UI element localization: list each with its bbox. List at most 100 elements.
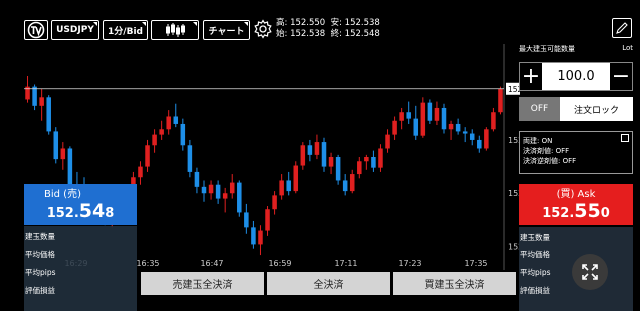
sell-avg-price-label: 平均価格 [25, 250, 55, 259]
candle-body [138, 166, 143, 178]
buy-avg-price-label: 平均価格 [520, 250, 550, 259]
candle-body [399, 112, 404, 121]
ohlc-readout: 高: 152.550 安: 152.538 始: 152.538 終: 152.5… [276, 18, 380, 40]
candle-body [378, 148, 383, 168]
candle-body [413, 118, 419, 136]
timeframe-label: 1分/Bid [108, 26, 143, 37]
ohlc-line-1: 高: 152.550 安: 152.538 [276, 18, 380, 28]
candle-body [32, 86, 37, 106]
x-tick-label: 17:35 [464, 259, 487, 268]
limit-setting: 決済剤値: OFF [523, 147, 570, 155]
candle-body [307, 145, 313, 155]
fullscreen-icon[interactable] [572, 254, 608, 290]
symbol-label: USDJPY [56, 25, 94, 35]
bid-sell-button[interactable]: Bid (売) 152.548 [24, 184, 137, 225]
ask-price: 152.550 [542, 200, 610, 222]
toolbar: USDJPY 1分/Bid チャート 高: 152.550 安: 152.538… [0, 0, 640, 44]
timeframe-selector[interactable]: 1分/Bid [103, 20, 148, 40]
candle-body [392, 120, 397, 135]
candle-body [441, 107, 447, 130]
quantity-stepper: + 100.0 − [519, 62, 633, 91]
ask-buy-button[interactable]: (買) Ask 152.550 [519, 184, 633, 225]
stop-setting: 決済逆剤値: OFF [523, 157, 577, 165]
x-tick-label: 17:11 [334, 259, 357, 268]
chart-tab-label: チャート [208, 26, 245, 37]
candle-body [180, 123, 186, 146]
chart-type-selector[interactable] [151, 20, 199, 40]
candle-body [448, 123, 454, 130]
candle-body [187, 145, 193, 172]
candle-body [208, 184, 214, 194]
candle-body [434, 107, 440, 121]
candle-body [349, 174, 355, 192]
order-lock-toggle[interactable]: OFF 注文ロック [519, 97, 633, 121]
symbol-selector[interactable]: USDJPY [51, 20, 99, 40]
candle-body [173, 116, 179, 124]
candle-body [265, 209, 270, 231]
candle-body [272, 195, 277, 210]
sell-position-summary: 建玉数量 平均価格 平均pips 評価損益 [24, 226, 137, 311]
close-all-button[interactable]: 全決済 [267, 272, 390, 295]
candle-body [293, 165, 299, 192]
candle-body [328, 157, 334, 167]
candle-body [462, 131, 468, 134]
candle-body [498, 88, 503, 113]
candle-body [237, 182, 242, 213]
x-tick-label: 17:23 [398, 259, 421, 268]
candle-body [215, 184, 221, 199]
candle-body [427, 102, 433, 121]
bid-label: Bid (売) [44, 189, 81, 200]
candle-body [67, 148, 73, 185]
app-logo-icon[interactable] [24, 20, 48, 40]
sell-avg-pips-label: 平均pips [25, 268, 56, 277]
expand-settings-icon[interactable] [621, 134, 629, 142]
increase-quantity-button[interactable]: + [520, 63, 542, 90]
sell-pnl-label: 評価損益 [25, 286, 55, 295]
candle-body [251, 227, 256, 245]
candle-body [201, 186, 207, 194]
candle-body [300, 145, 306, 166]
candle-body [484, 129, 489, 149]
candle-body [371, 157, 376, 168]
candle-body [279, 180, 284, 196]
order-lock-label: 注文ロック [573, 105, 619, 116]
candle-body [222, 193, 228, 199]
candle-body [145, 145, 150, 167]
close-all-buy-button[interactable]: 買建玉全決済 [393, 272, 516, 295]
candle-body [46, 97, 51, 132]
chart-tab[interactable]: チャート [203, 20, 250, 40]
candle-body [491, 112, 496, 130]
decrease-quantity-button[interactable]: − [610, 63, 632, 90]
order-settings-box[interactable]: 両建: ON 決済剤値: OFF 決済逆剤値: OFF [519, 131, 633, 174]
candle-body [229, 182, 235, 194]
candle-body [194, 171, 200, 187]
candle-body [244, 212, 249, 228]
pencil-icon[interactable] [612, 18, 632, 38]
gear-icon[interactable] [253, 19, 273, 39]
candle-body [420, 102, 426, 136]
order-lock-off-state[interactable]: OFF [519, 97, 560, 121]
hedge-setting: 両建: ON [523, 137, 553, 145]
candle-body [357, 161, 362, 175]
candle-body [60, 148, 66, 160]
candle-body [321, 142, 327, 167]
x-tick-label: 16:59 [268, 259, 291, 268]
candle-body [406, 112, 411, 119]
candle-body [159, 129, 164, 135]
ohlc-line-2: 始: 152.538 終: 152.548 [276, 29, 380, 39]
candle-body [455, 123, 461, 132]
candle-body [364, 157, 369, 162]
buy-pnl-label: 評価損益 [520, 286, 550, 295]
ask-label: (買) Ask [556, 189, 596, 200]
close-all-sell-button[interactable]: 売建玉全決済 [141, 272, 264, 295]
candle-body [314, 142, 320, 155]
buy-position-qty-label: 建玉数量 [520, 233, 550, 242]
quantity-input[interactable]: 100.0 [542, 63, 610, 90]
candle-body [342, 180, 348, 192]
candle-body [53, 131, 59, 160]
candle-body [385, 134, 390, 149]
candlestick-icon [166, 23, 185, 37]
lot-unit-label: Lot [622, 44, 633, 52]
x-tick-label: 16:35 [136, 259, 159, 268]
candle-body [166, 116, 171, 130]
